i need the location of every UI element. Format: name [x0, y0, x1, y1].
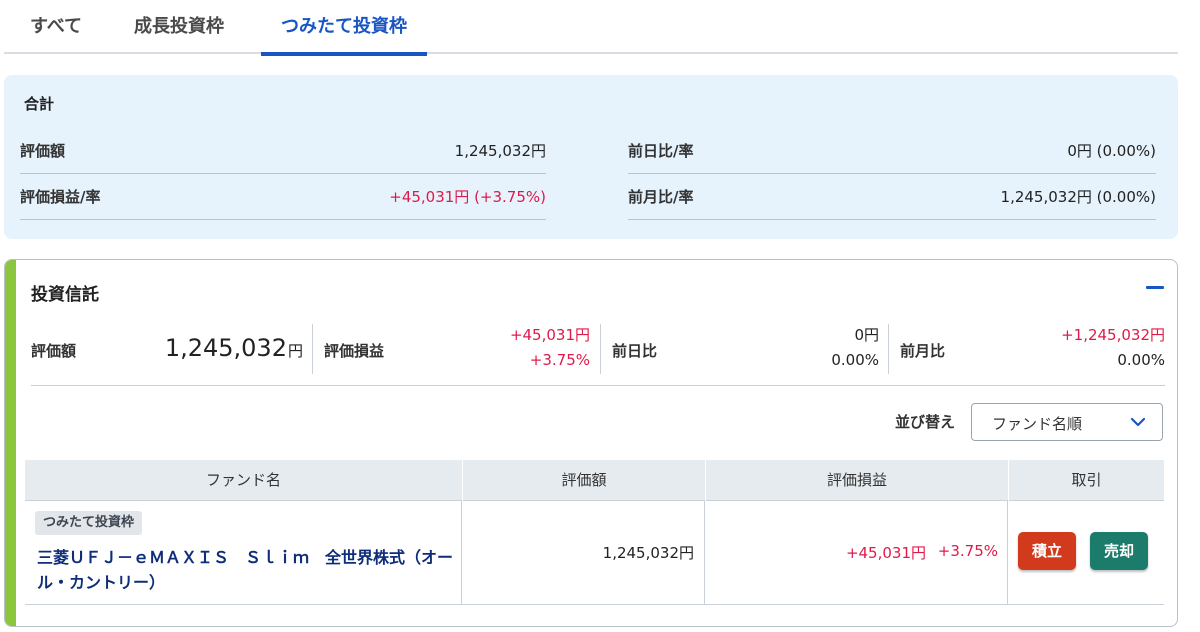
table-header: ファンド名 評価額 評価損益 取引: [25, 460, 1164, 501]
fund-card: 投資信託 評価額 1,245,032円 評価損益 +45,031円 +3.75%…: [4, 259, 1178, 627]
metric-prev-month-amount: +1,245,032円: [1061, 326, 1165, 344]
summary-prev-day-value: 0円 (0.00%): [1067, 142, 1156, 160]
metric-prev-day-label: 前日比: [612, 342, 658, 360]
header-fund-name: ファンド名: [205, 471, 281, 489]
metric-pl-rate: +3.75%: [529, 351, 590, 369]
metric-valuation-value: 1,245,032円: [165, 334, 303, 362]
metric-prev-day: 前日比 0円 0.00%: [612, 322, 879, 374]
buy-button[interactable]: 積立: [1018, 532, 1077, 570]
row-valuation: 1,245,032円: [602, 544, 694, 562]
summary-prev-month-row: 前月比/率 1,245,032円 (0.00%): [628, 174, 1156, 220]
chevron-down-icon: [1130, 417, 1146, 427]
tab-growth[interactable]: 成長投資枠: [134, 0, 224, 54]
metric-prev-month-rate: 0.00%: [1117, 351, 1165, 369]
fund-name-link[interactable]: 三菱ＵＦＪ－ｅＭＡＸＩＳ Ｓｌｉｍ 全世界株式（オール・カントリー）: [37, 545, 457, 595]
metric-divider: [600, 324, 601, 374]
summary-pl-label: 評価損益/率: [20, 188, 101, 206]
metric-valuation: 評価額 1,245,032円: [31, 322, 311, 374]
tab-bar: すべて 成長投資枠 つみたて投資枠: [4, 0, 1178, 56]
metric-pl: 評価損益 +45,031円 +3.75%: [324, 322, 590, 374]
metric-prev-day-amount: 0円: [854, 326, 879, 344]
account-type-badge: つみたて投資枠: [35, 511, 143, 535]
column-divider: [1007, 501, 1008, 605]
column-divider: [461, 501, 462, 605]
metric-divider: [888, 324, 889, 374]
summary-valuation-value: 1,245,032円: [454, 142, 546, 160]
column-divider: [704, 501, 705, 605]
metric-valuation-unit: 円: [287, 342, 303, 360]
metric-divider: [312, 324, 313, 374]
card-accent-bar: [5, 260, 16, 626]
card-title: 投資信託: [31, 285, 99, 305]
summary-pl-row: 評価損益/率 +45,031円 (+3.75%): [20, 174, 546, 220]
metric-prev-day-rate: 0.00%: [831, 351, 879, 369]
table-row: つみたて投資枠 三菱ＵＦＪ－ｅＭＡＸＩＳ Ｓｌｉｍ 全世界株式（オール・カントリ…: [25, 501, 1164, 605]
sort-selected-value: ファンド名順: [992, 415, 1083, 433]
tab-tsumitate[interactable]: つみたて投資枠: [261, 0, 427, 56]
summary-valuation-label: 評価額: [20, 142, 66, 160]
fund-metrics: 評価額 1,245,032円 評価損益 +45,031円 +3.75% 前日比 …: [31, 322, 1165, 386]
metric-pl-amount: +45,031円: [509, 326, 590, 344]
summary-valuation-row: 評価額 1,245,032円: [20, 128, 546, 174]
fund-table: ファンド名 評価額 評価損益 取引 つみたて投資枠 三菱ＵＦＪ－ｅＭＡＸＩＳ Ｓ…: [25, 460, 1164, 606]
sort-select[interactable]: ファンド名順: [971, 403, 1163, 441]
header-pl: 評価損益: [705, 460, 1008, 501]
metric-valuation-label: 評価額: [31, 342, 77, 360]
metric-pl-label: 評価損益: [324, 342, 385, 360]
metric-prev-month: 前月比 +1,245,032円 0.00%: [900, 322, 1165, 374]
row-pl-amount: +45,031円: [845, 544, 926, 562]
summary-prev-month-value: 1,245,032円 (0.00%): [1000, 188, 1156, 206]
summary-pl-value: +45,031円 (+3.75%): [389, 188, 546, 206]
header-valuation: 評価額: [462, 460, 705, 501]
sell-button[interactable]: 売却: [1090, 532, 1149, 570]
minus-icon[interactable]: [1144, 276, 1166, 298]
summary-prev-day-row: 前日比/率 0円 (0.00%): [628, 128, 1156, 174]
summary-prev-day-label: 前日比/率: [628, 142, 694, 160]
metric-prev-month-label: 前月比: [900, 342, 946, 360]
summary-title: 合計: [24, 95, 55, 113]
tab-all[interactable]: すべて: [30, 0, 82, 54]
row-pl-rate: +3.75%: [937, 542, 998, 560]
sort-label: 並び替え: [895, 413, 956, 431]
summary-prev-month-label: 前月比/率: [628, 188, 694, 206]
metric-valuation-number: 1,245,032: [164, 334, 287, 362]
header-trade: 取引: [1008, 460, 1164, 501]
